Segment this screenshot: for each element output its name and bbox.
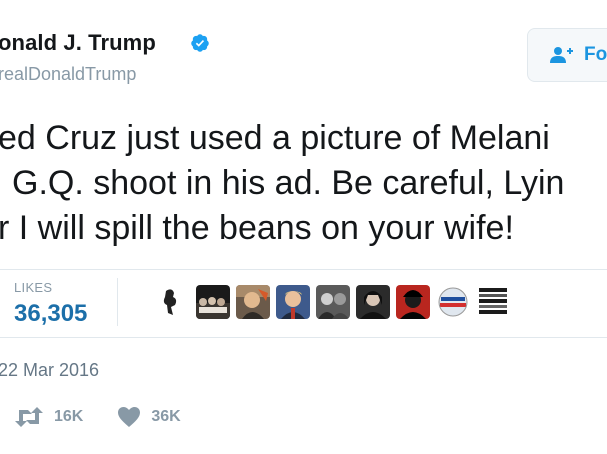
likes-count[interactable]: 36,305	[14, 300, 87, 328]
tweet-text: ed Cruz just used a picture of Melani G.…	[0, 116, 607, 251]
author-name[interactable]: onald J. Trump	[0, 30, 156, 56]
tweet-text-line: r I will spill the beans on your wife!	[0, 209, 514, 247]
liker-avatar[interactable]	[356, 285, 390, 319]
like-count: 36K	[151, 408, 181, 425]
like-button[interactable]: 36K	[117, 406, 181, 428]
liker-avatar[interactable]	[158, 285, 182, 319]
liker-avatars	[158, 285, 510, 319]
retweet-button[interactable]: 16K	[14, 407, 83, 427]
liker-avatar[interactable]	[276, 285, 310, 319]
divider-top	[0, 269, 607, 270]
liker-avatar[interactable]	[476, 285, 510, 319]
divider-bottom	[0, 337, 607, 338]
tweet-text-line: ed Cruz just used a picture of Melani	[0, 119, 550, 157]
liker-avatar[interactable]	[396, 285, 430, 319]
stats-separator	[117, 278, 118, 326]
liker-avatar[interactable]	[316, 285, 350, 319]
heart-icon	[118, 407, 141, 427]
liker-avatar[interactable]	[196, 285, 230, 319]
retweet-icon	[15, 407, 43, 427]
liker-avatar[interactable]	[436, 285, 470, 319]
likes-label: LIKES	[14, 280, 53, 295]
follow-button-label: Fo	[584, 44, 607, 65]
liker-avatar[interactable]	[236, 285, 270, 319]
verified-badge-icon	[191, 34, 209, 52]
tweet-actions: 16K 36K	[14, 406, 215, 428]
tweet-text-line: G.Q. shoot in his ad. Be careful, Lyin	[12, 164, 565, 202]
follow-person-plus-icon	[550, 47, 573, 63]
author-handle[interactable]: realDonaldTrump	[0, 64, 136, 85]
follow-button[interactable]: Fo	[527, 28, 607, 82]
tweet-timestamp[interactable]: 22 Mar 2016	[0, 360, 99, 381]
retweet-count: 16K	[54, 408, 84, 425]
